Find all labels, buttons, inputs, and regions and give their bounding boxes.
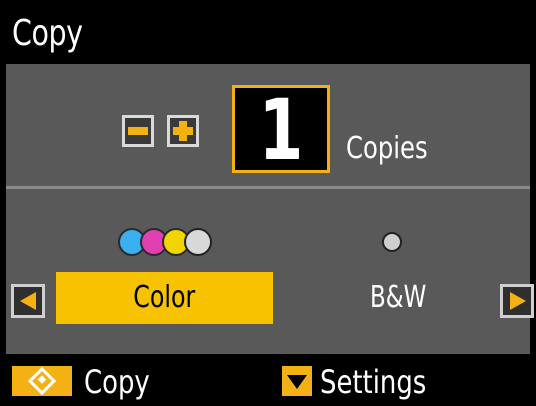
settings-label: Settings [320,363,427,401]
right-arrow-icon[interactable] [500,284,534,318]
start-diamond-icon [27,366,57,396]
start-key[interactable] [12,366,72,396]
down-arrow-icon[interactable] [282,366,312,396]
screen-title: Copy [12,13,83,54]
color-option-label: Color [133,280,196,315]
copy-count-field[interactable]: 1 [232,85,330,173]
copies-label: Copies [346,131,428,166]
black-dot-icon [184,228,212,256]
bw-option-button[interactable]: B&W [328,272,468,324]
left-arrow-icon[interactable] [11,284,45,318]
minus-icon[interactable] [122,115,154,147]
cmyk-ink-dots-icon [118,228,214,256]
black-ink-dot-icon [382,232,402,252]
title-bar: Copy [0,0,536,64]
bw-option-label: B&W [369,280,427,315]
divider [6,186,530,189]
copy-count-value: 1 [258,81,304,179]
copy-screen: Copy 1 Copies Color B&W Copy Settings [0,0,536,406]
start-copy-label: Copy [84,363,150,401]
bottom-bar: Copy Settings [0,354,536,406]
copy-settings-panel: 1 Copies Color B&W [6,64,534,354]
plus-icon[interactable] [167,115,199,147]
color-option-button[interactable]: Color [56,272,273,324]
